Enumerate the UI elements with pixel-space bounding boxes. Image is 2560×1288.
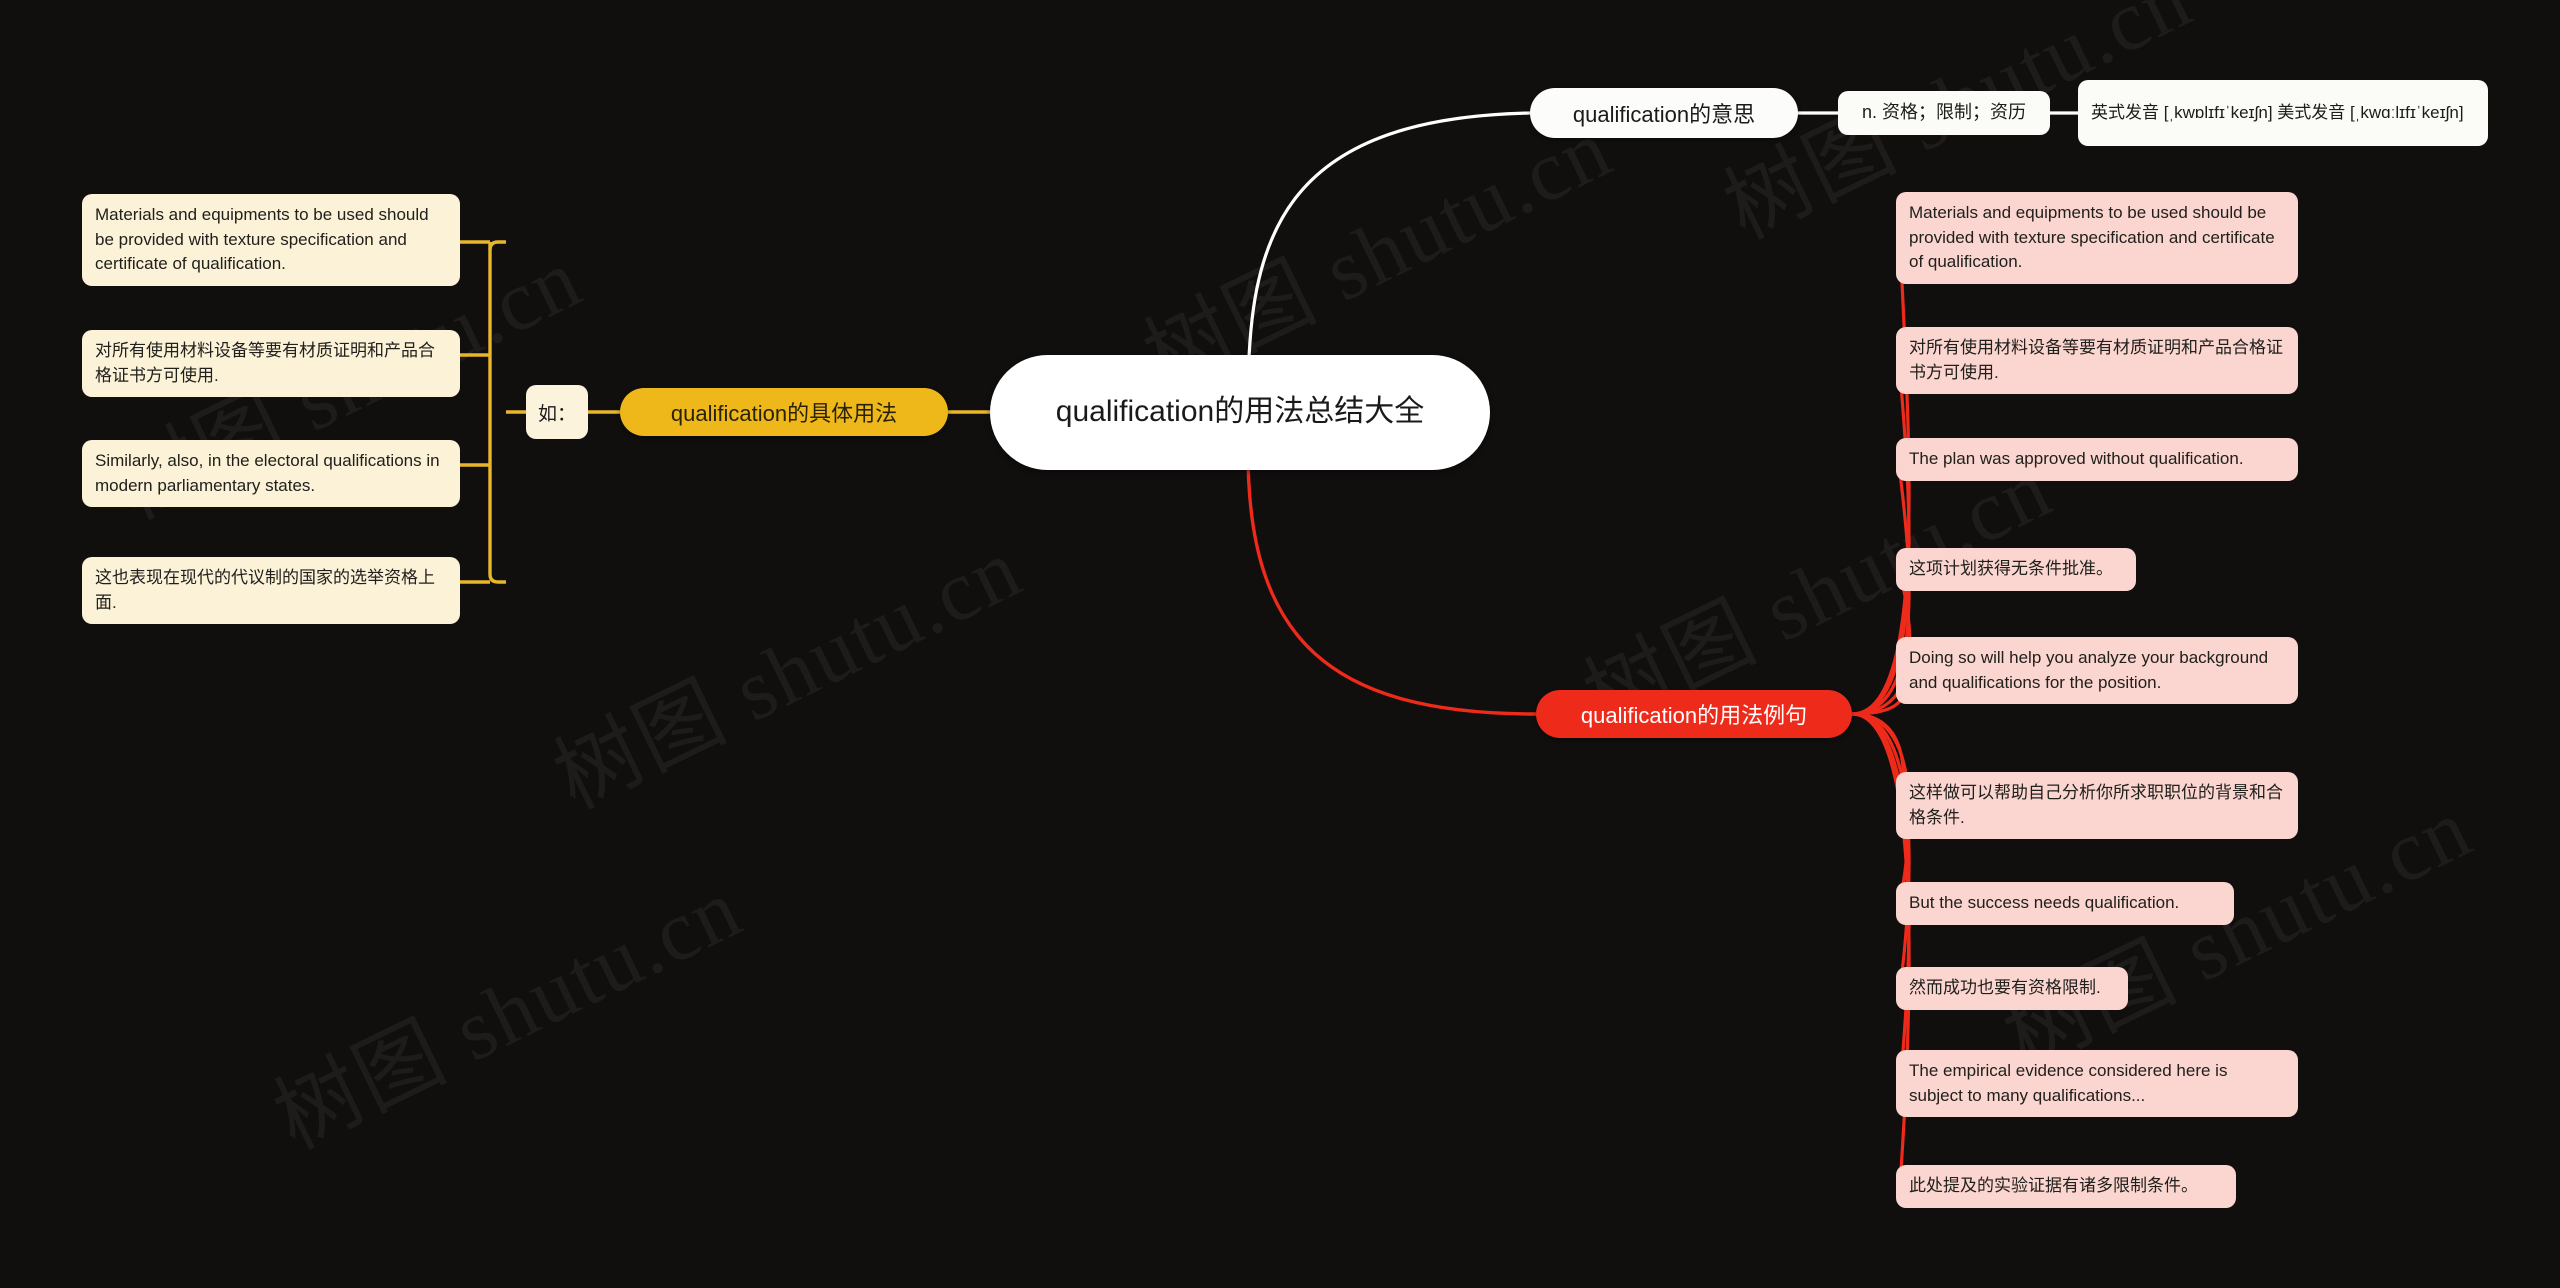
usage-leaf-item[interactable]: Similarly, also, in the electoral qualif… [82,440,460,508]
example-leaf-item[interactable]: The plan was approved without qualificat… [1896,438,2298,481]
example-leaf-text: The empirical evidence considered here i… [1909,1061,2228,1105]
example-leaf-text: 然而成功也要有资格限制. [1909,978,2101,997]
watermark-text: 树图 shutu.cn [540,519,1036,827]
link-usage-branch-bracket [488,240,506,584]
example-leaf-item[interactable]: 然而成功也要有资格限制. [1896,967,2128,1010]
example-leaf-item[interactable]: Doing so will help you analyze your back… [1896,637,2298,705]
root-node[interactable]: qualification的用法总结大全 [990,355,1490,470]
usage-leaf-text: Materials and equipments to be used shou… [95,205,429,274]
leaf-definition-text: n. 资格；限制；资历 [1861,102,2026,123]
example-leaf-text: 对所有使用材料设备等要有材质证明和产品合格证书方可使用. [1909,338,2283,382]
example-leaf-item[interactable]: 对所有使用材料设备等要有材质证明和产品合格证书方可使用. [1896,327,2298,395]
usage-leaf-item[interactable]: 对所有使用材料设备等要有材质证明和产品合格证书方可使用. [82,330,460,398]
example-leaf-text: 这项计划获得无条件批准。 [1909,559,2113,578]
example-leaf-item[interactable]: Materials and equipments to be used shou… [1896,192,2298,284]
usage-leaf-item[interactable]: 这也表现在现代的代议制的国家的选举资格上面. [82,557,460,625]
branch-node-meaning-label: qualification的意思 [1572,102,1756,127]
branch-node-examples[interactable]: qualification的用法例句 [1536,690,1852,738]
branch-node-usage-label: qualification的具体用法 [670,401,898,426]
branch-node-examples-label: qualification的用法例句 [1580,703,1808,728]
mindmap-canvas: 树图 shutu.cn 树图 shutu.cn 树图 shutu.cn 树图 s… [0,0,2560,1288]
link-example-8 [1851,712,1911,989]
leaf-pronunciation-text: 英式发音 [ˌkwɒlɪfɪˈkeɪʃn] 美式发音 [ˌkwɑːlɪfɪˈke… [2091,102,2464,122]
branch-node-meaning[interactable]: qualification的意思 [1530,88,1798,138]
example-leaf-item[interactable]: 这项计划获得无条件批准。 [1896,548,2136,591]
usage-leaf-text: 对所有使用材料设备等要有材质证明和产品合格证书方可使用. [95,341,435,385]
example-leaf-item[interactable]: But the success needs qualification. [1896,882,2234,925]
example-leaf-text: But the success needs qualification. [1909,893,2180,912]
usage-leaf-text: 这也表现在现代的代议制的国家的选举资格上面. [95,568,435,612]
example-leaf-text: 此处提及的实验证据有诸多限制条件。 [1909,1176,2198,1195]
watermark-text: 树图 shutu.cn [260,859,756,1167]
usage-leaf-item[interactable]: Materials and equipments to be used shou… [82,194,460,286]
example-leaf-text: Doing so will help you analyze your back… [1909,648,2269,692]
usage-connector-tag[interactable]: 如： [526,385,588,439]
leaf-definition[interactable]: n. 资格；限制；资历 [1838,91,2050,135]
leaf-pronunciation[interactable]: 英式发音 [ˌkwɒlɪfɪˈkeɪʃn] 美式发音 [ˌkwɑːlɪfɪˈke… [2078,80,2488,146]
root-node-label: qualification的用法总结大全 [1055,395,1425,429]
example-leaf-item[interactable]: The empirical evidence considered here i… [1896,1050,2298,1118]
example-leaf-text: Materials and equipments to be used shou… [1909,203,2275,272]
example-leaf-text: The plan was approved without qualificat… [1909,449,2244,468]
example-leaf-item[interactable]: 此处提及的实验证据有诸多限制条件。 [1896,1165,2236,1208]
usage-leaf-text: Similarly, also, in the electoral qualif… [95,451,440,495]
usage-connector-tag-label: 如： [538,403,577,425]
example-leaf-item[interactable]: 这样做可以帮助自己分析你所求职职位的背景和合格条件. [1896,772,2298,840]
branch-node-usage[interactable]: qualification的具体用法 [620,388,948,436]
link-root-to-examples [1246,451,1537,716]
example-leaf-text: 这样做可以帮助自己分析你所求职职位的背景和合格条件. [1909,783,2283,827]
